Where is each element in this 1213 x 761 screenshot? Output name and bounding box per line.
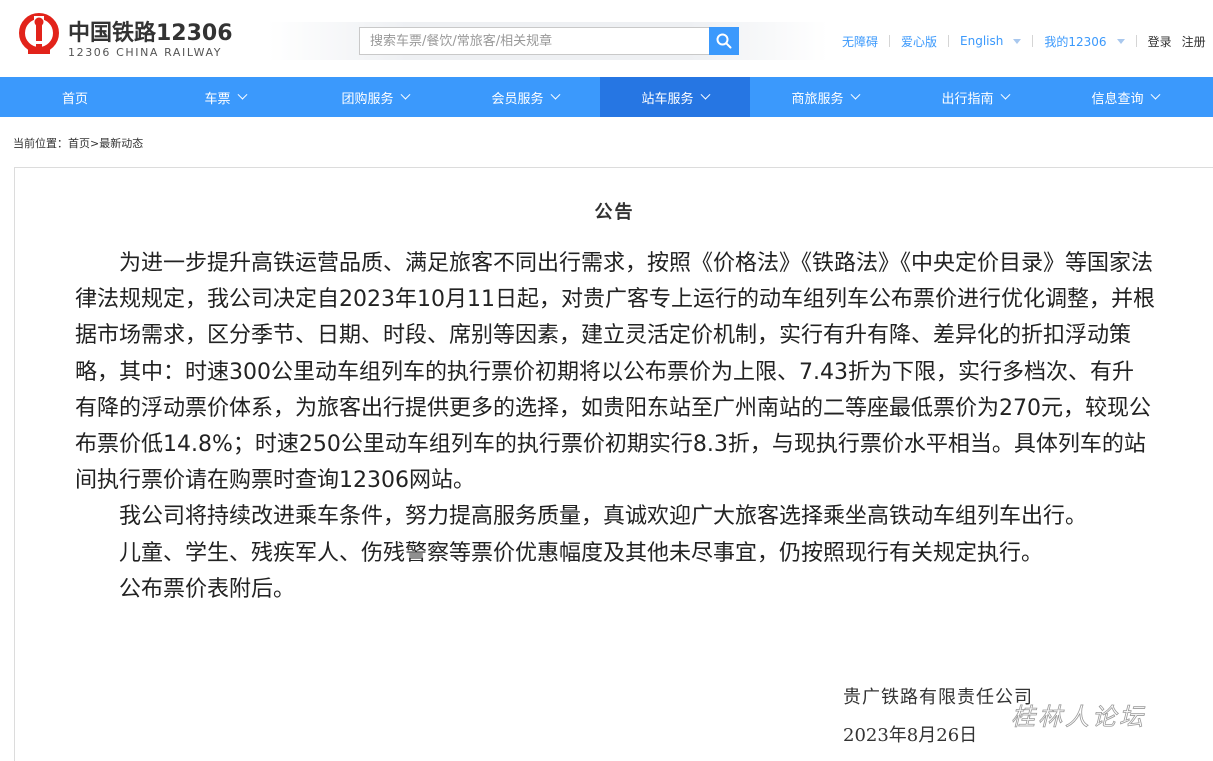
nav-item-label: 商旅服务 <box>791 91 844 107</box>
accessibility-link[interactable]: 无障碍 <box>842 33 878 50</box>
signature-date: 2023年8月26日 <box>843 725 978 746</box>
nav-item-travel-guide[interactable]: 出行指南 <box>900 77 1050 117</box>
breadcrumb-home-link[interactable]: 首页 <box>68 137 90 150</box>
search-box <box>359 27 710 55</box>
top-links: 无障碍 爱心版 English 我的12306 登录 注册 <box>842 33 1206 49</box>
my12306-label: 我的12306 <box>1044 34 1107 49</box>
nav-item-label: 团购服务 <box>341 91 394 107</box>
nav-item-label: 出行指南 <box>941 91 994 107</box>
search-input[interactable] <box>360 28 709 54</box>
nav-item-label: 首页 <box>61 91 88 107</box>
search-icon <box>716 33 732 49</box>
notice-body: 为进一步提升高铁运营品质、满足旅客不同出行需求，按照《价格法》《铁路法》《中央定… <box>75 246 1155 608</box>
notice-paragraph: 我公司将持续改进乘车条件，努力提高服务质量，真诚欢迎广大旅客选择乘坐高铁动车组列… <box>119 504 1088 530</box>
nav-item-business-travel[interactable]: 商旅服务 <box>750 77 900 117</box>
language-dropdown[interactable]: English <box>960 34 1022 48</box>
breadcrumb-separator: > <box>90 137 100 150</box>
caret-down-icon <box>1116 38 1125 44</box>
watermark-text: 桂林人论坛 <box>1011 703 1146 731</box>
my12306-dropdown[interactable]: 我的12306 <box>1044 33 1125 50</box>
care-mode-link[interactable]: 爱心版 <box>901 33 937 50</box>
nav-item-label: 站车服务 <box>641 91 694 107</box>
divider <box>1032 35 1034 47</box>
main-nav: 首页 车票 团购服务 会员服务 站车服务 商旅服务 出行指南 信息查询 <box>0 77 1213 117</box>
divider <box>889 35 891 47</box>
nav-item-home[interactable]: 首页 <box>0 77 150 117</box>
notice-paragraph: 公布票价表附后。 <box>119 576 296 602</box>
content-panel: 公告 为进一步提升高铁运营品质、满足旅客不同出行需求，按照《价格法》《铁路法》《… <box>14 167 1213 761</box>
chevron-down-icon <box>850 89 860 100</box>
caret-down-icon <box>1013 38 1022 44</box>
nav-item-label: 车票 <box>204 91 231 107</box>
divider <box>948 35 950 47</box>
breadcrumb-current: 最新动态 <box>99 137 144 150</box>
logo-chinese-name: 中国铁路12306 <box>68 21 233 46</box>
register-link[interactable]: 注册 <box>1182 33 1206 50</box>
chevron-down-icon <box>550 89 560 100</box>
nav-item-label: 信息查询 <box>1091 91 1144 107</box>
divider <box>1135 35 1137 47</box>
nav-item-tickets[interactable]: 车票 <box>150 77 300 117</box>
chevron-down-icon <box>1000 89 1010 100</box>
forum-watermark: 桂林人论坛 <box>1011 703 1146 732</box>
site-logo[interactable]: 中国铁路12306 12306 CHINA RAILWAY <box>18 13 233 65</box>
search-button[interactable] <box>709 27 739 55</box>
railway-logo-icon <box>19 13 59 54</box>
nav-item-info-query[interactable]: 信息查询 <box>1050 77 1200 117</box>
nav-item-member-service[interactable]: 会员服务 <box>450 77 600 117</box>
nav-item-label: 会员服务 <box>491 91 544 107</box>
breadcrumb: 当前位置：首页>最新动态 <box>13 135 143 151</box>
notice-paragraph: 儿童、学生、残疾军人、伤残警察等票价优惠幅度及其他未尽事宜，仍按照现行有关规定执… <box>119 540 1044 566</box>
login-link[interactable]: 登录 <box>1148 33 1172 50</box>
notice-paragraph: 为进一步提升高铁运营品质、满足旅客不同出行需求，按照《价格法》《铁路法》《中央定… <box>75 251 1155 494</box>
nav-item-group-service[interactable]: 团购服务 <box>300 77 450 117</box>
chevron-down-icon <box>1150 89 1160 100</box>
chevron-down-icon <box>237 89 247 100</box>
chevron-down-icon <box>400 89 410 100</box>
notice-title: 公告 <box>594 202 635 223</box>
breadcrumb-prefix: 当前位置： <box>13 137 68 150</box>
nav-item-station-service[interactable]: 站车服务 <box>600 77 750 117</box>
site-header: 中国铁路12306 12306 CHINA RAILWAY 无障碍 爱心版 En… <box>0 0 1213 77</box>
chevron-down-icon <box>700 89 710 100</box>
language-label: English <box>960 34 1004 48</box>
logo-english-name: 12306 CHINA RAILWAY <box>68 46 223 59</box>
